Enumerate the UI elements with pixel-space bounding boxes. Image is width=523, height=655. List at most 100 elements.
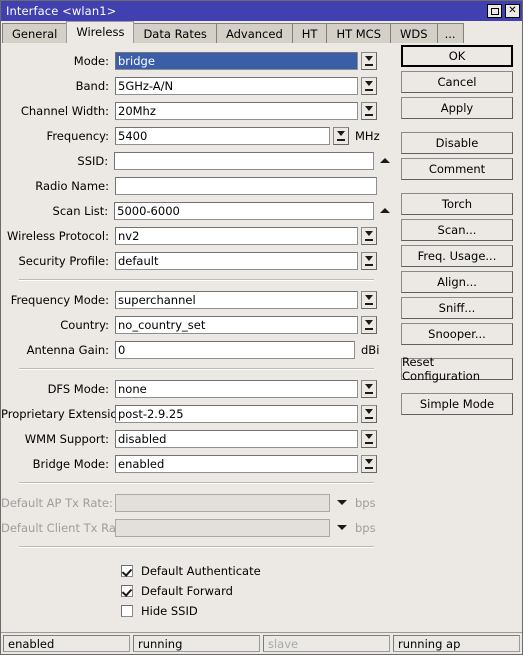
default-forward-checkbox[interactable] (121, 585, 133, 597)
dfs-mode-input[interactable]: none (115, 379, 358, 398)
tab-general[interactable]: General (2, 23, 68, 43)
chevron-down-icon (336, 130, 346, 141)
mode-dropdown-button[interactable] (361, 51, 377, 70)
antenna-gain-input[interactable]: 0 (115, 340, 355, 359)
wmm-support-dropdown-button[interactable] (361, 429, 377, 448)
chevron-down-icon (364, 230, 374, 241)
sniff-button[interactable]: Sniff... (401, 297, 513, 319)
radio-name-label: Radio Name: (35, 178, 109, 193)
tab-ht-mcs[interactable]: HT MCS (326, 23, 392, 43)
channel-width-input[interactable]: 20Mhz (115, 101, 358, 120)
frequency-unit: MHz (355, 128, 380, 143)
band-dropdown-button[interactable] (361, 76, 377, 95)
checkbox-group: Default Authenticate Default Forward Hid… (1, 554, 392, 621)
default-ap-tx-rate-unit: bps (355, 495, 376, 510)
dfs-mode-dropdown-button[interactable] (361, 379, 377, 398)
wireless-protocol-input[interactable]: nv2 (115, 226, 358, 245)
proprietary-extensions-input[interactable]: post-2.9.25 (115, 404, 358, 423)
default-ap-tx-rate-input[interactable] (115, 493, 330, 512)
tab-ht[interactable]: HT (291, 23, 328, 43)
row-country: Country: no_country_set (1, 312, 392, 337)
wireless-protocol-dropdown-button[interactable] (361, 226, 377, 245)
row-antenna-gain: Antenna Gain: 0 dBi (1, 337, 392, 362)
status-enabled: enabled (3, 635, 130, 652)
frequency-input[interactable]: 5400 (115, 126, 330, 145)
close-button[interactable]: ✕ (505, 4, 520, 18)
frequency-mode-input[interactable]: superchannel (115, 290, 358, 309)
security-profile-dropdown-button[interactable] (361, 251, 377, 270)
proprietary-extensions-dropdown-button[interactable] (361, 404, 377, 423)
default-authenticate-label: Default Authenticate (141, 564, 261, 578)
band-label: Band: (75, 78, 109, 93)
scan-list-input[interactable]: 5000-6000 (114, 201, 375, 220)
checkbox-row-default-authenticate[interactable]: Default Authenticate (121, 561, 392, 581)
ssid-collapse-icon[interactable] (378, 158, 392, 163)
simple-mode-button[interactable]: Simple Mode (401, 393, 513, 415)
checkbox-row-default-forward[interactable]: Default Forward (121, 581, 392, 601)
default-client-tx-rate-dropdown-icon[interactable] (335, 525, 349, 530)
chevron-down-icon (364, 383, 374, 394)
bridge-mode-input[interactable]: enabled (115, 454, 358, 473)
channel-width-dropdown-button[interactable] (361, 101, 377, 120)
default-authenticate-checkbox[interactable] (121, 565, 133, 577)
default-client-tx-rate-unit: bps (355, 520, 376, 535)
row-default-client-tx-rate: Default Client Tx Rate: bps (1, 515, 392, 540)
status-running-ap: running ap (393, 635, 520, 652)
ssid-input[interactable] (114, 151, 375, 170)
ok-button[interactable]: OK (401, 45, 513, 67)
channel-width-label: Channel Width: (20, 103, 109, 118)
dfs-mode-label: DFS Mode: (47, 381, 109, 396)
default-ap-tx-rate-dropdown-icon[interactable] (335, 500, 349, 505)
band-input[interactable]: 5GHz-A/N (115, 76, 358, 95)
proprietary-extensions-label: Proprietary Extensions: (1, 406, 135, 421)
section-divider-2 (19, 368, 374, 370)
country-dropdown-button[interactable] (361, 315, 377, 334)
mode-label: Mode: (73, 53, 109, 68)
bridge-mode-dropdown-button[interactable] (361, 454, 377, 473)
hide-ssid-label: Hide SSID (141, 604, 198, 618)
chevron-down-icon (364, 105, 374, 116)
comment-button[interactable]: Comment (401, 158, 513, 180)
freq-usage-button[interactable]: Freq. Usage... (401, 245, 513, 267)
chevron-down-icon (364, 408, 374, 419)
maximize-icon (490, 7, 499, 15)
default-forward-label: Default Forward (141, 584, 233, 598)
scan-button[interactable]: Scan... (401, 219, 513, 241)
frequency-dropdown-button[interactable] (333, 126, 349, 145)
tab-advanced[interactable]: Advanced (215, 23, 293, 43)
status-bar: enabled running slave running ap (1, 632, 522, 654)
window-title: Interface <wlan1> (6, 4, 117, 18)
security-profile-input[interactable]: default (115, 251, 358, 270)
title-bar[interactable]: Interface <wlan1> ✕ (1, 1, 522, 21)
mode-input[interactable]: bridge (115, 51, 358, 70)
radio-name-input[interactable] (115, 176, 377, 195)
status-slave: slave (263, 635, 390, 652)
status-running: running (133, 635, 260, 652)
maximize-button[interactable] (487, 4, 502, 18)
reset-configuration-button[interactable]: Reset Configuration (401, 355, 513, 383)
align-button[interactable]: Align... (401, 271, 513, 293)
action-button-panel: OK Cancel Apply Disable Comment Torch Sc… (392, 21, 522, 632)
close-icon: ✕ (508, 5, 517, 16)
frequency-mode-dropdown-button[interactable] (361, 290, 377, 309)
torch-button[interactable]: Torch (401, 193, 513, 215)
wmm-support-label: WMM Support: (24, 431, 109, 446)
default-client-tx-rate-input[interactable] (115, 518, 330, 537)
row-scan-list: Scan List: 5000-6000 (1, 198, 392, 223)
scan-list-collapse-icon[interactable] (378, 208, 392, 213)
country-input[interactable]: no_country_set (115, 315, 358, 334)
cancel-button[interactable]: Cancel (401, 71, 513, 93)
snooper-button[interactable]: Snooper... (401, 323, 513, 345)
apply-button[interactable]: Apply (401, 97, 513, 119)
hide-ssid-checkbox[interactable] (121, 605, 133, 617)
wmm-support-input[interactable]: disabled (115, 429, 358, 448)
row-wmm-support: WMM Support: disabled (1, 426, 392, 451)
row-default-ap-tx-rate: Default AP Tx Rate: bps (1, 490, 392, 515)
country-label: Country: (60, 317, 109, 332)
checkbox-row-hide-ssid[interactable]: Hide SSID (121, 601, 392, 621)
disable-button[interactable]: Disable (401, 132, 513, 154)
tab-data-rates[interactable]: Data Rates (133, 23, 217, 43)
tab-wireless[interactable]: Wireless (66, 21, 135, 43)
chevron-down-icon (364, 55, 374, 66)
row-security-profile: Security Profile: default (1, 248, 392, 273)
